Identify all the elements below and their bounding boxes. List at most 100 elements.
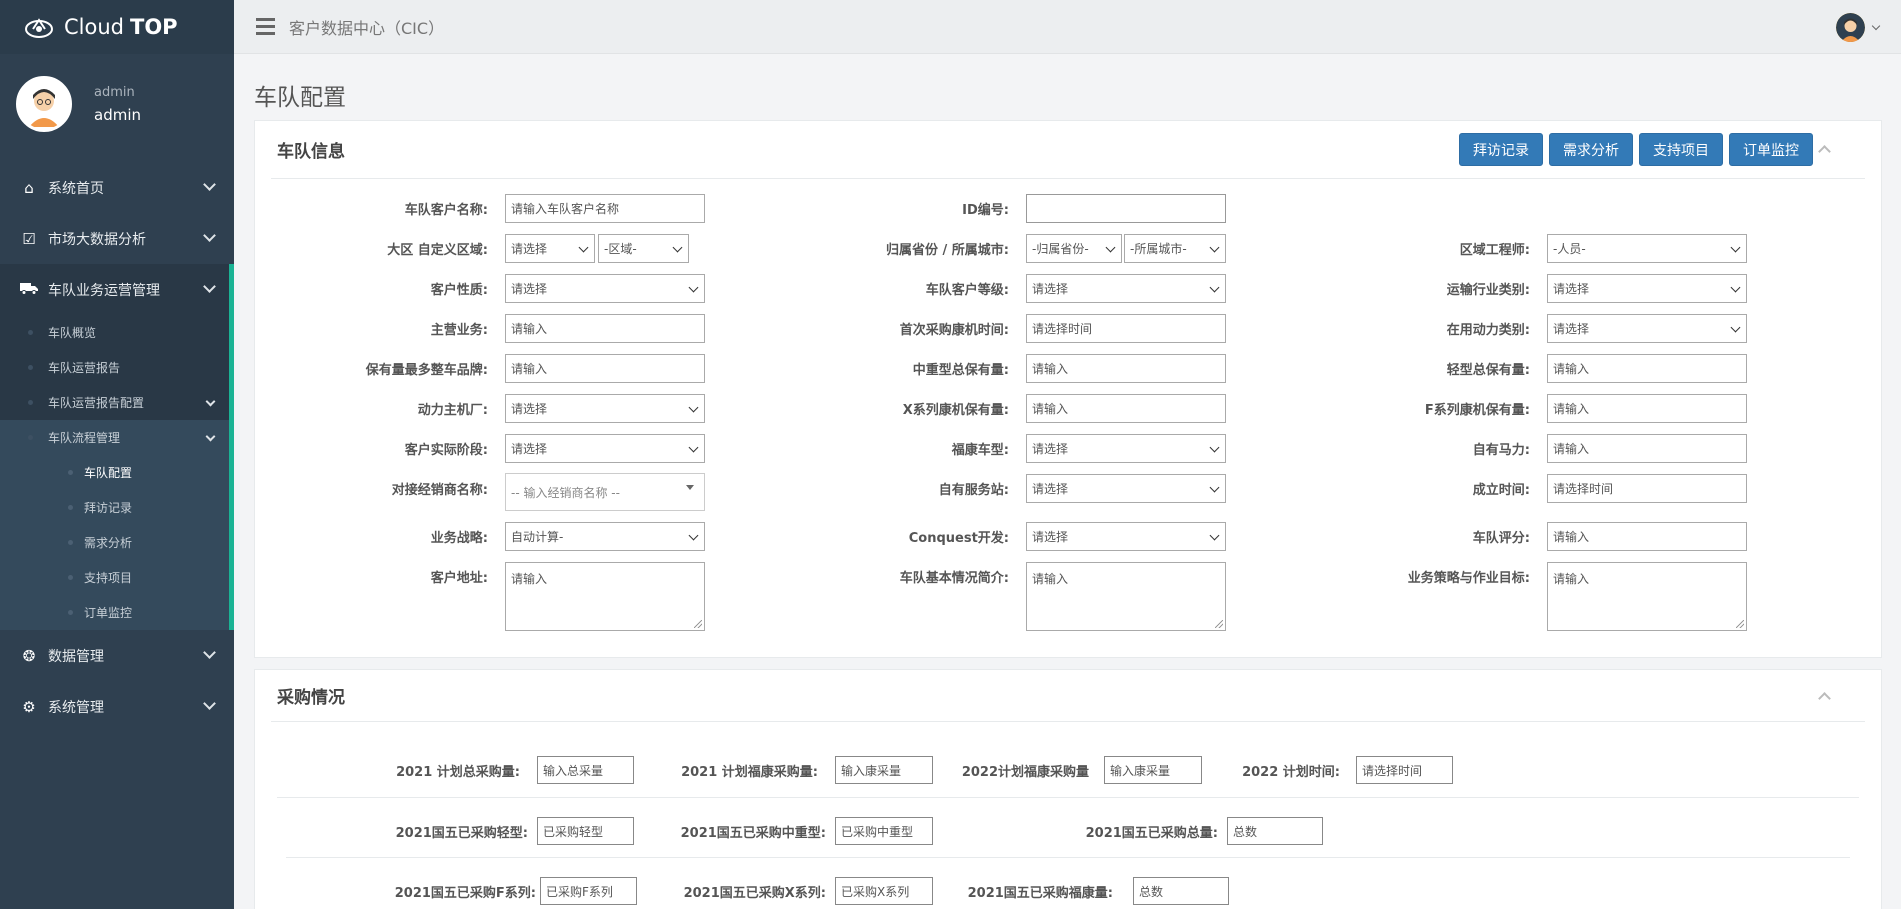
purchased-fukang-input[interactable]: 总数: [1133, 877, 1229, 905]
sidebar-item-home[interactable]: ⌂ 系统首页: [0, 162, 234, 213]
fleet-score-input[interactable]: 请输入: [1547, 522, 1747, 551]
visit-records-button[interactable]: 拜访记录: [1459, 133, 1543, 166]
field-label: 2021 计划总采购量:: [396, 765, 520, 780]
purchased-heavy-input[interactable]: 已采购中重型: [835, 817, 933, 845]
sidebar-item-system-management[interactable]: ⚙ 系统管理: [0, 681, 234, 732]
user-name[interactable]: admin: [94, 106, 141, 124]
sidebar-item-label: 系统管理: [48, 699, 104, 716]
sidebar-sub-fleet-overview[interactable]: 车队概览: [0, 315, 234, 350]
sidebar-item-fleet-ops[interactable]: 车队业务运营管理: [0, 264, 234, 315]
customer-address-textarea[interactable]: 请输入: [505, 562, 705, 631]
select-value: 请选择: [1553, 282, 1590, 296]
sidebar-subsub-visit-records[interactable]: 拜访记录: [0, 490, 234, 525]
planned-time-2022-input[interactable]: 请选择时间: [1356, 756, 1453, 784]
sidebar-subsub-fleet-config[interactable]: 车队配置: [0, 455, 234, 490]
sidebar-sub-fleet-report-config[interactable]: 车队运营报告配置: [0, 385, 234, 420]
sidebar-subsub-order-monitor[interactable]: 订单监控: [0, 595, 234, 630]
chevron-down-icon: [1209, 530, 1220, 541]
planned-fukang-2022-input[interactable]: 输入康采量: [1104, 756, 1202, 784]
vehicle-model-select[interactable]: 请选择: [1026, 434, 1226, 463]
logo[interactable]: Cloud TOP: [0, 0, 234, 54]
chevron-down-icon: [205, 431, 216, 442]
field-label: 车队评分:: [1472, 531, 1530, 546]
customer-name-input[interactable]: 请输入车队客户名称: [505, 194, 705, 223]
bullet-icon: [68, 610, 73, 615]
life-ring-icon: ❂: [22, 646, 36, 665]
id-number-input[interactable]: [1026, 194, 1226, 223]
customer-stage-select[interactable]: 请选择: [505, 434, 705, 463]
bullet-icon: [28, 400, 33, 405]
purchased-f-series-input[interactable]: 已采购F系列: [540, 877, 637, 905]
user-menu[interactable]: [1836, 13, 1881, 42]
service-station-select[interactable]: 请选择: [1026, 474, 1226, 503]
sidebar-sub-fleet-process[interactable]: 车队流程管理: [0, 420, 234, 455]
avatar-image: [1836, 13, 1865, 42]
select-value: 自动计算-: [511, 530, 564, 544]
select-value: -所属城市-: [1130, 242, 1187, 256]
conquest-select[interactable]: 请选择: [1026, 522, 1226, 551]
divider: [286, 857, 1850, 858]
order-monitor-button[interactable]: 订单监控: [1729, 133, 1813, 166]
field-label: 2022 计划时间:: [1242, 765, 1340, 780]
planned-fukang-2021-input[interactable]: 输入康采量: [835, 756, 933, 784]
chevron-down-icon: [1730, 242, 1741, 253]
demand-analysis-button[interactable]: 需求分析: [1549, 133, 1633, 166]
sidebar-subsub-demand-analysis[interactable]: 需求分析: [0, 525, 234, 560]
field-label: 动力主机厂:: [417, 403, 488, 418]
custom-area-select[interactable]: -区域-: [598, 234, 689, 263]
light-total-input[interactable]: 请输入: [1547, 354, 1747, 383]
founded-date-input[interactable]: 请选择时间: [1547, 474, 1747, 503]
avatar[interactable]: [1836, 13, 1865, 42]
purchased-light-input[interactable]: 已采购轻型: [537, 817, 634, 845]
field-label: 2021国五已采购福康量:: [967, 886, 1113, 901]
fleet-intro-textarea[interactable]: 请输入: [1026, 562, 1226, 631]
sidebar-sub-label: 车队运营报告配置: [48, 396, 145, 410]
field-label: 在用动力类别:: [1446, 323, 1530, 338]
chevron-up-icon[interactable]: [1818, 145, 1831, 158]
top-brand-input[interactable]: 请输入: [505, 354, 705, 383]
field-label: F系列康机保有量:: [1424, 403, 1530, 418]
f-series-input[interactable]: 请输入: [1547, 394, 1747, 423]
dealer-name-select[interactable]: -- 输入经销商名称 --: [505, 473, 705, 511]
strategy-goal-textarea[interactable]: 请输入: [1547, 562, 1747, 631]
first-purchase-date-input[interactable]: 请选择时间: [1026, 314, 1226, 343]
area-engineer-select[interactable]: -人员-: [1547, 234, 1747, 263]
province-select[interactable]: -归属省份-: [1026, 234, 1122, 263]
sidebar-subsub-support-projects[interactable]: 支持项目: [0, 560, 234, 595]
chevron-down-icon: [1209, 242, 1220, 253]
heavy-total-input[interactable]: 请输入: [1026, 354, 1226, 383]
avatar[interactable]: [16, 76, 72, 132]
menu-toggle-icon[interactable]: [256, 18, 275, 35]
sidebar-item-data-management[interactable]: ❂ 数据管理: [0, 630, 234, 681]
purchased-total-input[interactable]: 总数: [1227, 817, 1323, 845]
chevron-down-icon: [1730, 282, 1741, 293]
select-value: 请选择: [511, 442, 548, 456]
city-select[interactable]: -所属城市-: [1124, 234, 1226, 263]
field-label: 车队基本情况简介:: [899, 571, 1009, 586]
purchased-x-series-input[interactable]: 已采购X系列: [835, 877, 933, 905]
power-type-select[interactable]: 请选择: [1547, 314, 1747, 343]
chevron-down-icon: [203, 646, 216, 659]
field-label: 客户性质:: [430, 283, 488, 298]
support-projects-button[interactable]: 支持项目: [1639, 133, 1723, 166]
engine-oem-select[interactable]: 请选择: [505, 394, 705, 423]
bullet-icon: [68, 575, 73, 580]
sidebar-sub-fleet-report[interactable]: 车队运营报告: [0, 350, 234, 385]
customer-type-select[interactable]: 请选择: [505, 274, 705, 303]
select-value: 请选择: [1032, 282, 1069, 296]
select-value: -区域-: [604, 242, 637, 256]
business-strategy-select[interactable]: 自动计算-: [505, 522, 705, 551]
chevron-up-icon[interactable]: [1818, 692, 1831, 705]
purchase-panel: 采购情况: [254, 669, 1882, 909]
transport-industry-select[interactable]: 请选择: [1547, 274, 1747, 303]
x-series-input[interactable]: 请输入: [1026, 394, 1226, 423]
main-business-input[interactable]: 请输入: [505, 314, 705, 343]
chevron-down-icon: [1730, 322, 1741, 333]
planned-total-input[interactable]: 输入总采量: [537, 756, 634, 784]
horsepower-input[interactable]: 请输入: [1547, 434, 1747, 463]
customer-level-select[interactable]: 请选择: [1026, 274, 1226, 303]
sidebar-item-market-analysis[interactable]: ☑ 市场大数据分析: [0, 213, 234, 264]
region-select[interactable]: 请选择: [505, 234, 595, 263]
chevron-down-icon: [1105, 242, 1116, 253]
sidebar-group-fleet: 车队业务运营管理 车队概览 车队运营报告 车队运营报告配置 车队流程管理 车队配…: [0, 264, 234, 630]
